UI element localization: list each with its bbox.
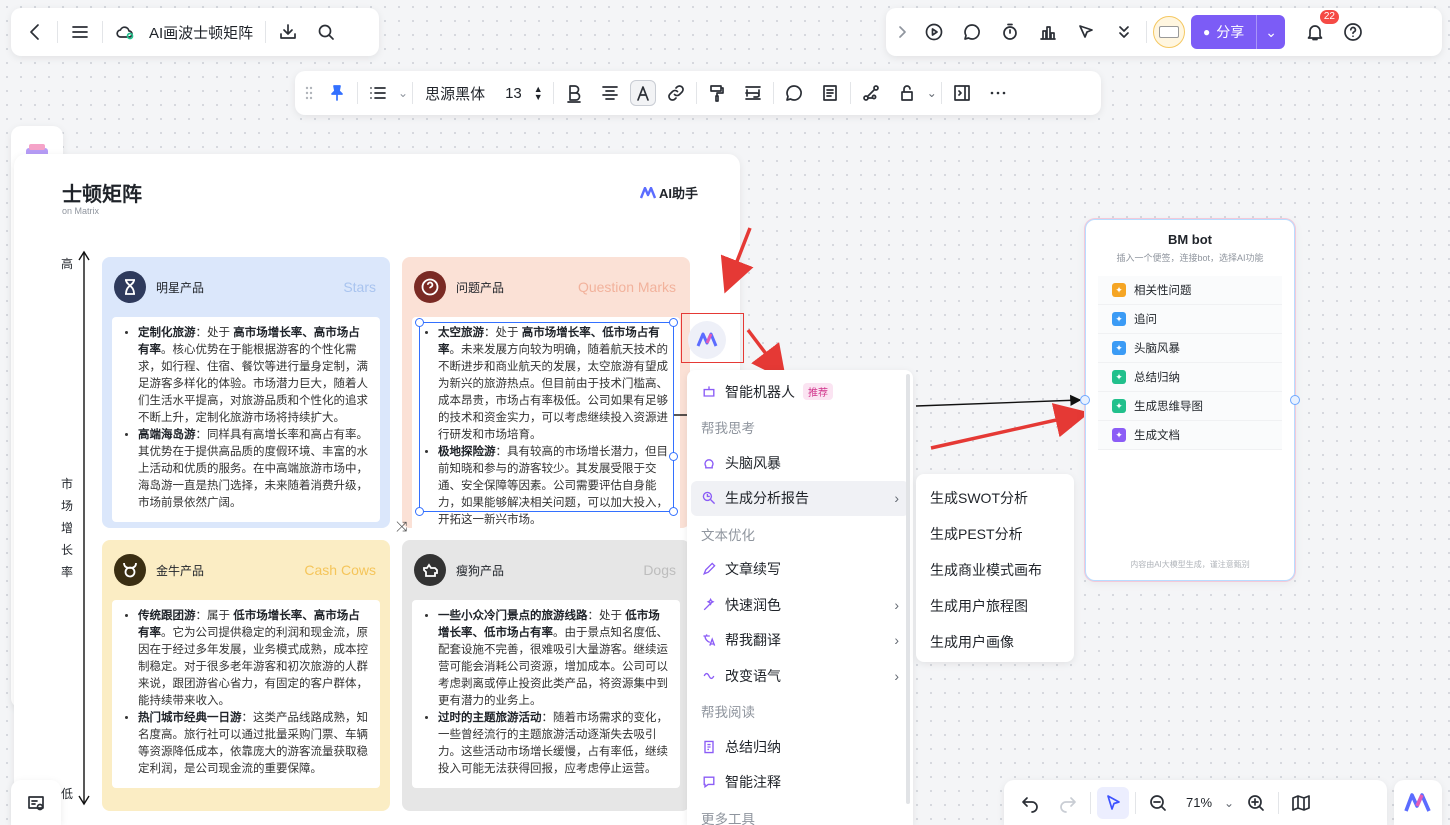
map-info-icon[interactable] bbox=[20, 787, 52, 819]
brainstorm-icon bbox=[701, 455, 717, 471]
menu-item[interactable]: 智能注释 bbox=[691, 765, 909, 801]
bottom-toolbar: 71% ⌄ bbox=[1004, 780, 1387, 825]
undo-icon[interactable] bbox=[1014, 787, 1046, 819]
zoom-level[interactable]: 71% bbox=[1180, 795, 1218, 810]
annotate-icon bbox=[701, 774, 717, 790]
redo-icon[interactable] bbox=[1052, 787, 1084, 819]
menu-item-label: 快速润色 bbox=[725, 596, 781, 613]
menu-item-label: 文章续写 bbox=[725, 561, 781, 578]
tone-icon bbox=[701, 668, 717, 684]
bottom-left-panel bbox=[11, 780, 61, 825]
ai-assistant-button[interactable] bbox=[1394, 780, 1442, 825]
robot-icon bbox=[701, 384, 717, 400]
bot-function-item[interactable]: ✦ 总结归纳 bbox=[1098, 363, 1282, 392]
function-icon: ✦ bbox=[1112, 283, 1126, 297]
menu-item-label: 智能注释 bbox=[725, 774, 781, 791]
menu-item[interactable]: 快速润色 › bbox=[691, 587, 909, 623]
function-label: 生成文档 bbox=[1134, 430, 1180, 442]
menu-item-label: 文本优化 bbox=[701, 527, 755, 543]
function-icon: ✦ bbox=[1112, 341, 1126, 355]
analysis-report-submenu: 生成SWOT分析 生成PEST分析 生成商业模式画布 生成用户旅程图 生成用户画像 bbox=[916, 474, 1074, 662]
minimap-icon[interactable] bbox=[1285, 787, 1317, 819]
recommended-badge: 推荐 bbox=[803, 383, 833, 401]
translate-icon bbox=[701, 632, 717, 648]
menu-item[interactable]: 智能机器人 推荐 bbox=[691, 374, 909, 410]
chevron-right-icon: › bbox=[894, 596, 899, 613]
menu-item-label: 头脑风暴 bbox=[725, 454, 781, 471]
function-label: 头脑风暴 bbox=[1134, 343, 1180, 355]
menu-item[interactable]: 总结归纳 bbox=[691, 729, 909, 765]
chevron-down-icon[interactable]: ⌄ bbox=[1224, 796, 1234, 810]
submenu-item[interactable]: 生成SWOT分析 bbox=[916, 480, 1074, 516]
chevron-right-icon: › bbox=[894, 632, 899, 649]
menu-scrollbar[interactable] bbox=[906, 374, 910, 804]
menu-section-header: 帮我阅读 bbox=[691, 694, 909, 730]
select-tool-icon[interactable] bbox=[1097, 786, 1129, 819]
connection-point-right[interactable] bbox=[1290, 395, 1300, 405]
bot-title: BM bot bbox=[1167, 232, 1213, 247]
function-icon: ✦ bbox=[1112, 399, 1126, 413]
connection-point-left[interactable] bbox=[1080, 395, 1090, 405]
zoom-in-icon[interactable] bbox=[1240, 787, 1272, 819]
menu-item-label: 更多工具 bbox=[701, 811, 755, 825]
menu-item-label: 改变语气 bbox=[725, 667, 781, 684]
bot-function-item[interactable]: ✦ 头脑风暴 bbox=[1098, 334, 1282, 363]
chevron-right-icon: › bbox=[894, 667, 899, 684]
polish-icon bbox=[701, 597, 717, 613]
menu-item-label: 智能机器人 bbox=[725, 383, 795, 400]
ai-context-menu: 智能机器人 推荐帮我思考头脑风暴生成分析报告 › 文本优化文章续写快速润色 › 帮我翻译 ›… bbox=[687, 370, 913, 825]
bot-function-item[interactable]: ✦ 生成文档 bbox=[1098, 421, 1282, 450]
menu-item[interactable]: 头脑风暴 bbox=[691, 445, 909, 481]
menu-item[interactable]: 生成分析报告 › bbox=[691, 480, 909, 516]
submenu-item[interactable]: 生成用户画像 bbox=[916, 624, 1074, 660]
chevron-right-icon: › bbox=[894, 490, 899, 507]
function-icon: ✦ bbox=[1112, 312, 1126, 326]
divider bbox=[1278, 791, 1280, 814]
menu-item-label: 帮我翻译 bbox=[725, 632, 781, 649]
divider bbox=[1090, 791, 1091, 814]
bm-bot-card[interactable]: BM bot 插入一个便签，连接bot，选择AI功能 ✦ 相关性问题 ✦ 追问 ✦ 头脑风… bbox=[1080, 219, 1300, 581]
function-icon: ✦ bbox=[1112, 428, 1126, 442]
menu-item[interactable]: 改变语气 › bbox=[691, 658, 909, 694]
function-icon: ✦ bbox=[1112, 370, 1126, 384]
bot-footer: 内容由AI大模型生成，谨注意甄别 bbox=[1130, 560, 1250, 569]
function-label: 相关性问题 bbox=[1134, 285, 1192, 297]
pen-icon bbox=[701, 561, 717, 577]
menu-item[interactable]: 帮我翻译 › bbox=[691, 623, 909, 659]
divider bbox=[1135, 791, 1136, 814]
menu-item-label: 生成分析报告 bbox=[725, 490, 809, 507]
report-icon bbox=[701, 490, 717, 506]
bot-subtitle: 插入一个便签，连接bot，选择AI功能 bbox=[1116, 253, 1264, 263]
function-label: 总结归纳 bbox=[1134, 372, 1180, 384]
submenu-item[interactable]: 生成PEST分析 bbox=[916, 516, 1074, 552]
menu-section-header: 文本优化 bbox=[691, 516, 909, 552]
menu-section-header: 帮我思考 bbox=[691, 410, 909, 446]
submenu-item[interactable]: 生成用户旅程图 bbox=[916, 588, 1074, 624]
bot-function-item[interactable]: ✦ 生成思维导图 bbox=[1098, 392, 1282, 421]
menu-item[interactable]: 文章续写 bbox=[691, 552, 909, 588]
bot-function-item[interactable]: ✦ 相关性问题 bbox=[1098, 276, 1282, 305]
function-label: 追问 bbox=[1134, 314, 1157, 326]
function-label: 生成思维导图 bbox=[1134, 401, 1203, 413]
menu-section-header: 更多工具 bbox=[691, 800, 909, 825]
summary-icon bbox=[701, 739, 717, 755]
ai-logo-icon bbox=[1404, 792, 1431, 812]
menu-item-label: 帮我思考 bbox=[701, 421, 755, 437]
submenu-item[interactable]: 生成商业模式画布 bbox=[916, 552, 1074, 588]
menu-item-label: 帮我阅读 bbox=[701, 705, 755, 721]
menu-item-label: 总结归纳 bbox=[725, 738, 781, 755]
bot-function-item[interactable]: ✦ 追问 bbox=[1098, 305, 1282, 334]
zoom-out-icon[interactable] bbox=[1142, 787, 1174, 819]
